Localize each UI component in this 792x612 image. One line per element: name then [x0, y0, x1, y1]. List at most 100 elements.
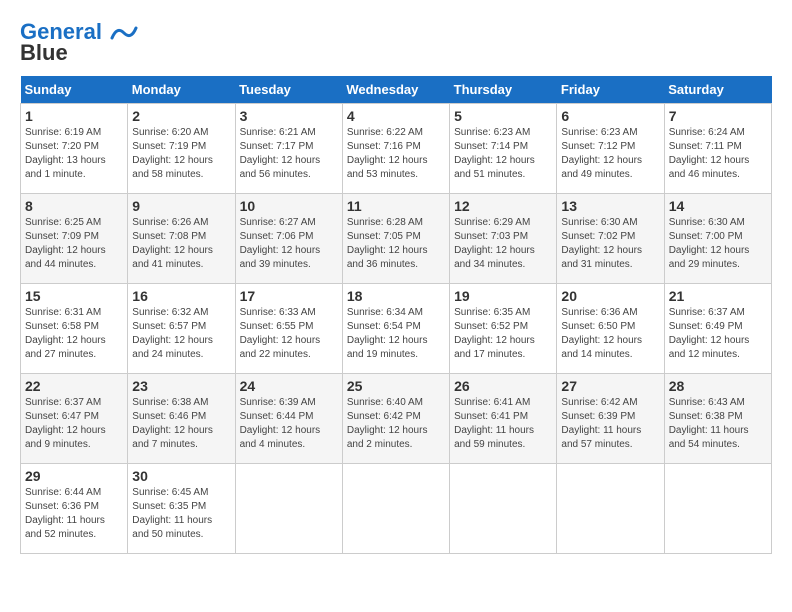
day-number: 3 [240, 108, 338, 124]
weekday-header-saturday: Saturday [664, 76, 771, 104]
day-number: 10 [240, 198, 338, 214]
day-cell: 16 Sunrise: 6:32 AMSunset: 6:57 PMDayligh… [128, 284, 235, 374]
day-number: 12 [454, 198, 552, 214]
day-cell: 6 Sunrise: 6:23 AMSunset: 7:12 PMDaylight… [557, 104, 664, 194]
day-cell: 5Sunrise: 6:23 AMSunset: 7:14 PMDaylight… [450, 104, 557, 194]
day-number: 15 [25, 288, 123, 304]
day-number: 18 [347, 288, 445, 304]
day-cell: 29 Sunrise: 6:44 AMSunset: 6:36 PMDayligh… [21, 464, 128, 554]
day-number: 22 [25, 378, 123, 394]
day-info: Sunrise: 6:33 AMSunset: 6:55 PMDaylight:… [240, 306, 338, 362]
weekday-header-tuesday: Tuesday [235, 76, 342, 104]
day-cell: 17 Sunrise: 6:33 AMSunset: 6:55 PMDayligh… [235, 284, 342, 374]
day-info: Sunrise: 6:40 AMSunset: 6:42 PMDaylight:… [347, 396, 445, 452]
weekday-header-row: SundayMondayTuesdayWednesdayThursdayFrid… [21, 76, 772, 104]
day-cell: 23 Sunrise: 6:38 AMSunset: 6:46 PMDayligh… [128, 374, 235, 464]
day-number: 9 [132, 198, 230, 214]
day-info: Sunrise: 6:24 AMSunset: 7:11 PMDaylight:… [669, 126, 767, 182]
day-info: Sunrise: 6:42 AMSunset: 6:39 PMDaylight:… [561, 396, 659, 452]
day-number: 28 [669, 378, 767, 394]
empty-day-cell [557, 464, 664, 554]
day-cell: 8 Sunrise: 6:25 AMSunset: 7:09 PMDaylight… [21, 194, 128, 284]
day-number: 17 [240, 288, 338, 304]
day-info: Sunrise: 6:28 AMSunset: 7:05 PMDaylight:… [347, 216, 445, 272]
day-cell: 18 Sunrise: 6:34 AMSunset: 6:54 PMDayligh… [342, 284, 449, 374]
day-number: 29 [25, 468, 123, 484]
day-info: Sunrise: 6:36 AMSunset: 6:50 PMDaylight:… [561, 306, 659, 362]
day-number: 19 [454, 288, 552, 304]
logo: General Blue [20, 20, 138, 66]
day-info: Sunrise: 6:31 AMSunset: 6:58 PMDaylight:… [25, 306, 123, 362]
day-cell: 27 Sunrise: 6:42 AMSunset: 6:39 PMDayligh… [557, 374, 664, 464]
day-cell: 4 Sunrise: 6:22 AMSunset: 7:16 PMDaylight… [342, 104, 449, 194]
day-cell: 21 Sunrise: 6:37 AMSunset: 6:49 PMDayligh… [664, 284, 771, 374]
day-info: Sunrise: 6:19 AMSunset: 7:20 PMDaylight:… [25, 126, 123, 182]
day-info: Sunrise: 6:30 AMSunset: 7:02 PMDaylight:… [561, 216, 659, 272]
day-cell: 9 Sunrise: 6:26 AMSunset: 7:08 PMDaylight… [128, 194, 235, 284]
day-info: Sunrise: 6:34 AMSunset: 6:54 PMDaylight:… [347, 306, 445, 362]
day-cell: 3 Sunrise: 6:21 AMSunset: 7:17 PMDaylight… [235, 104, 342, 194]
day-number: 27 [561, 378, 659, 394]
day-cell: 28 Sunrise: 6:43 AMSunset: 6:38 PMDayligh… [664, 374, 771, 464]
day-cell: 20 Sunrise: 6:36 AMSunset: 6:50 PMDayligh… [557, 284, 664, 374]
day-info: Sunrise: 6:37 AMSunset: 6:49 PMDaylight:… [669, 306, 767, 362]
day-cell: 11 Sunrise: 6:28 AMSunset: 7:05 PMDayligh… [342, 194, 449, 284]
calendar-week-row: 29 Sunrise: 6:44 AMSunset: 6:36 PMDayligh… [21, 464, 772, 554]
day-info: Sunrise: 6:37 AMSunset: 6:47 PMDaylight:… [25, 396, 123, 452]
calendar-week-row: 8 Sunrise: 6:25 AMSunset: 7:09 PMDaylight… [21, 194, 772, 284]
day-info: Sunrise: 6:21 AMSunset: 7:17 PMDaylight:… [240, 126, 338, 182]
day-info: Sunrise: 6:27 AMSunset: 7:06 PMDaylight:… [240, 216, 338, 272]
day-number: 24 [240, 378, 338, 394]
calendar-week-row: 22 Sunrise: 6:37 AMSunset: 6:47 PMDayligh… [21, 374, 772, 464]
day-number: 30 [132, 468, 230, 484]
day-number: 4 [347, 108, 445, 124]
day-number: 25 [347, 378, 445, 394]
day-cell: 25 Sunrise: 6:40 AMSunset: 6:42 PMDayligh… [342, 374, 449, 464]
day-number: 21 [669, 288, 767, 304]
day-cell: 30 Sunrise: 6:45 AMSunset: 6:35 PMDayligh… [128, 464, 235, 554]
day-info: Sunrise: 6:23 AMSunset: 7:14 PMDaylight:… [454, 126, 552, 182]
day-cell: 10 Sunrise: 6:27 AMSunset: 7:06 PMDayligh… [235, 194, 342, 284]
day-number: 16 [132, 288, 230, 304]
weekday-header-monday: Monday [128, 76, 235, 104]
day-info: Sunrise: 6:32 AMSunset: 6:57 PMDaylight:… [132, 306, 230, 362]
day-number: 8 [25, 198, 123, 214]
weekday-header-thursday: Thursday [450, 76, 557, 104]
day-number: 11 [347, 198, 445, 214]
day-info: Sunrise: 6:22 AMSunset: 7:16 PMDaylight:… [347, 126, 445, 182]
day-info: Sunrise: 6:38 AMSunset: 6:46 PMDaylight:… [132, 396, 230, 452]
day-info: Sunrise: 6:41 AMSunset: 6:41 PMDaylight:… [454, 396, 552, 452]
day-number: 1 [25, 108, 123, 124]
page-header: General Blue [20, 20, 772, 66]
day-info: Sunrise: 6:39 AMSunset: 6:44 PMDaylight:… [240, 396, 338, 452]
day-cell: 13Sunrise: 6:30 AMSunset: 7:02 PMDayligh… [557, 194, 664, 284]
day-info: Sunrise: 6:25 AMSunset: 7:09 PMDaylight:… [25, 216, 123, 272]
day-info: Sunrise: 6:44 AMSunset: 6:36 PMDaylight:… [25, 486, 123, 542]
weekday-header-sunday: Sunday [21, 76, 128, 104]
day-cell: 7 Sunrise: 6:24 AMSunset: 7:11 PMDaylight… [664, 104, 771, 194]
day-info: Sunrise: 6:45 AMSunset: 6:35 PMDaylight:… [132, 486, 230, 542]
day-cell: 1 Sunrise: 6:19 AMSunset: 7:20 PMDaylight… [21, 104, 128, 194]
day-cell: 15 Sunrise: 6:31 AMSunset: 6:58 PMDayligh… [21, 284, 128, 374]
calendar-week-row: 15 Sunrise: 6:31 AMSunset: 6:58 PMDayligh… [21, 284, 772, 374]
day-cell: 22 Sunrise: 6:37 AMSunset: 6:47 PMDayligh… [21, 374, 128, 464]
day-info: Sunrise: 6:23 AMSunset: 7:12 PMDaylight:… [561, 126, 659, 182]
day-number: 6 [561, 108, 659, 124]
day-info: Sunrise: 6:30 AMSunset: 7:00 PMDaylight:… [669, 216, 767, 272]
day-info: Sunrise: 6:26 AMSunset: 7:08 PMDaylight:… [132, 216, 230, 272]
logo-wave-icon [110, 24, 138, 42]
weekday-header-wednesday: Wednesday [342, 76, 449, 104]
day-cell: 26Sunrise: 6:41 AMSunset: 6:41 PMDayligh… [450, 374, 557, 464]
logo-text-blue: Blue [20, 40, 68, 65]
weekday-header-friday: Friday [557, 76, 664, 104]
day-number: 23 [132, 378, 230, 394]
empty-day-cell [450, 464, 557, 554]
day-cell: 2Sunrise: 6:20 AMSunset: 7:19 PMDaylight… [128, 104, 235, 194]
day-info: Sunrise: 6:35 AMSunset: 6:52 PMDaylight:… [454, 306, 552, 362]
day-number: 20 [561, 288, 659, 304]
day-info: Sunrise: 6:43 AMSunset: 6:38 PMDaylight:… [669, 396, 767, 452]
day-number: 14 [669, 198, 767, 214]
day-info: Sunrise: 6:20 AMSunset: 7:19 PMDaylight:… [132, 126, 230, 182]
calendar-table: SundayMondayTuesdayWednesdayThursdayFrid… [20, 76, 772, 554]
day-number: 7 [669, 108, 767, 124]
